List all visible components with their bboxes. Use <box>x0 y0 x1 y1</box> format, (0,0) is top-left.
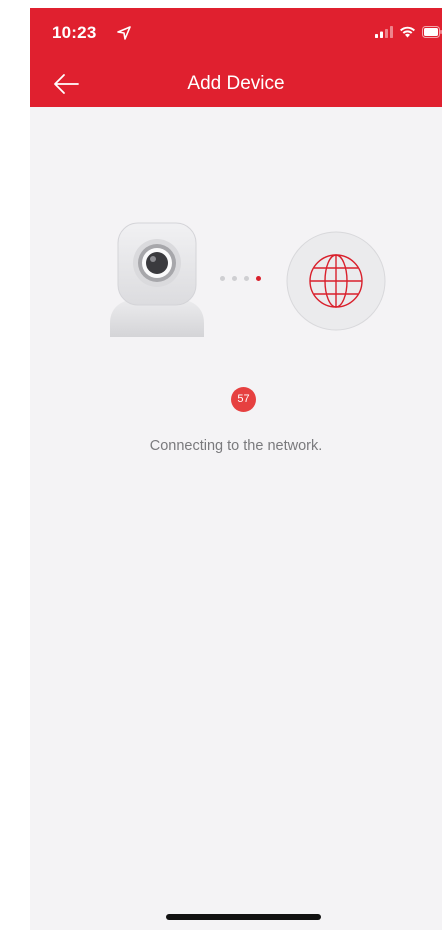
countdown-badge: 57 <box>231 387 256 412</box>
progress-dot <box>220 276 225 281</box>
progress-dot <box>232 276 237 281</box>
battery-icon <box>422 26 442 38</box>
globe-icon <box>286 231 386 331</box>
location-arrow-icon <box>117 26 131 40</box>
progress-dot <box>244 276 249 281</box>
progress-dots <box>220 276 261 281</box>
app-screen: 10:23 Add Device 57 Connecting to the ne… <box>30 8 442 930</box>
header-bar: 10:23 Add Device <box>30 8 442 107</box>
status-message: Connecting to the network. <box>149 438 323 454</box>
cellular-signal-icon <box>375 26 393 38</box>
page-title: Add Device <box>187 73 285 94</box>
status-icons <box>375 26 442 38</box>
wifi-icon <box>400 26 415 38</box>
home-indicator[interactable] <box>166 914 321 920</box>
camera-icon <box>110 222 204 337</box>
progress-dot-active <box>256 276 261 281</box>
status-time: 10:23 <box>52 23 97 42</box>
